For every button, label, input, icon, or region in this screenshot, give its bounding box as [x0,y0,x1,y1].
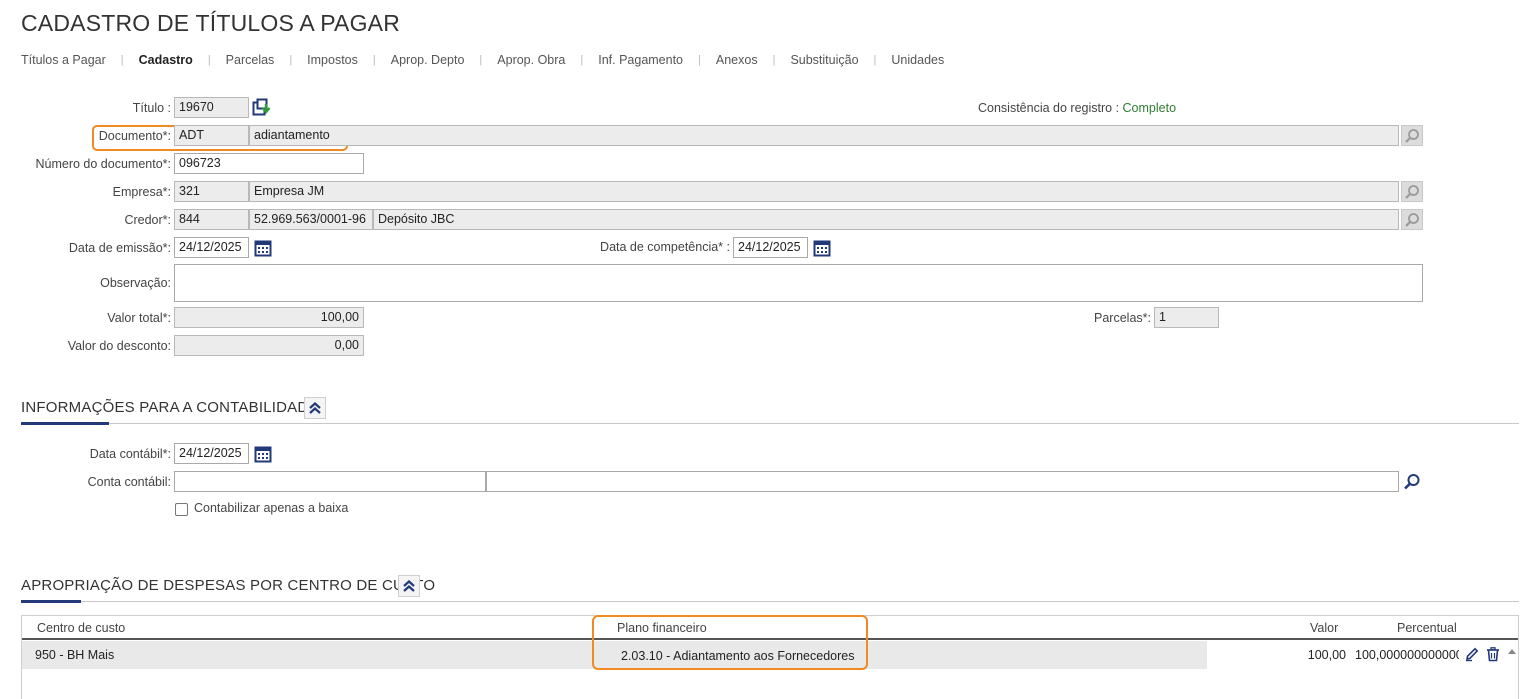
scrollbar-up-arrow-icon[interactable] [1506,643,1518,654]
data-competencia-label: Data de competência* : [600,240,730,254]
titulo-field[interactable]: 19670 [174,97,249,118]
copy-arrow-icon[interactable] [252,98,272,118]
observacao-textarea[interactable] [174,264,1423,302]
tab-inf-pagamento[interactable]: Inf. Pagamento [598,53,683,67]
titulo-label: Título : [132,101,171,115]
conta-contabil-label: Conta contábil: [87,475,171,489]
tab-impostos[interactable]: Impostos [307,53,358,67]
calendar-icon[interactable] [253,444,273,464]
tab-separator: | [698,54,701,66]
column-header-percentual[interactable]: Percentual [1397,621,1457,635]
empresa-name-field[interactable]: Empresa JM [249,181,1399,202]
conta-contabil-code-field[interactable] [174,471,486,492]
valor-desconto-label: Valor do desconto: [67,339,171,353]
double-chevron-up-icon[interactable] [304,397,326,419]
tab-aprop-depto[interactable]: Aprop. Depto [391,53,465,67]
contabilizar-baixa-label: Contabilizar apenas a baixa [194,501,349,515]
documento-label: Documento*: [98,129,171,143]
tab-parcelas[interactable]: Parcelas [226,53,275,67]
magnifier-icon[interactable] [1401,125,1423,146]
calendar-icon[interactable] [812,238,832,258]
consistencia-value: Completo [1122,101,1177,115]
empresa-label: Empresa*: [112,185,171,199]
numero-documento-label: Número do documento*: [35,157,172,171]
credor-code-field[interactable]: 844 [174,209,249,230]
tab-separator: | [772,54,776,66]
tab-separator: | [207,54,211,66]
data-contabil-label: Data contábil*: [89,447,171,461]
contabilidade-section-divider [21,423,1519,424]
tab-cadastro[interactable]: Cadastro [139,53,193,67]
magnifier-icon[interactable] [1401,181,1423,202]
numero-documento-field[interactable]: 096723 [174,153,364,174]
credor-cnpj-field[interactable]: 52.969.563/0001-96 [249,209,373,230]
consistencia-registro: Consistência do registro : Completo [978,101,1176,115]
credor-name-field[interactable]: Depósito JBC [373,209,1399,230]
contabilidade-section-title: INFORMAÇÕES PARA A CONTABILIDADE [21,399,319,416]
tab-titulos-a-pagar[interactable]: Títulos a Pagar [21,53,106,67]
tab-separator: | [289,54,293,66]
double-chevron-up-icon[interactable] [398,575,420,597]
column-header-valor[interactable]: Valor [1310,621,1338,635]
page-title: CADASTRO DE TÍTULOS A PAGAR [21,10,401,36]
contabilizar-baixa-checkbox[interactable] [175,503,188,516]
documento-code-field[interactable]: ADT [174,125,249,146]
contabilidade-section-accent [21,422,109,425]
calendar-icon[interactable] [253,238,273,258]
tab-separator: | [479,54,483,66]
apropriacao-section-accent [21,600,81,603]
tab-aprop-obra[interactable]: Aprop. Obra [497,53,565,67]
apropriacao-section-title: APROPRIAÇÃO DE DESPESAS POR CENTRO DE CU… [21,577,436,594]
cell-valor: 100,00 [1307,648,1346,662]
apropriacao-section-divider [21,601,1519,602]
tab-separator: | [873,54,877,66]
tab-separator: | [120,54,124,66]
tab-unidades[interactable]: Unidades [891,53,944,67]
data-emissao-label: Data de emissão*: [68,241,171,255]
valor-total-field[interactable]: 100,00 [174,307,364,328]
credor-label: Credor*: [124,213,171,227]
tab-anexos[interactable]: Anexos [716,53,758,67]
data-competencia-field[interactable]: 24/12/2025 [733,237,808,258]
tab-bar: Títulos a Pagar | Cadastro | Parcelas | … [21,53,944,67]
conta-contabil-description-field[interactable] [486,471,1399,492]
consistencia-label: Consistência do registro : [978,101,1120,115]
data-emissao-field[interactable]: 24/12/2025 [174,237,249,258]
tab-separator: | [372,54,376,66]
valor-desconto-field[interactable]: 0,00 [174,335,364,356]
parcelas-label: Parcelas*: [1094,311,1151,325]
documento-description-field[interactable]: adiantamento [249,125,1399,146]
magnifier-icon[interactable] [1401,209,1423,230]
trash-icon[interactable] [1485,646,1501,662]
tab-separator: | [580,54,584,66]
empresa-code-field[interactable]: 321 [174,181,249,202]
cell-percentual: 100,000000000000 [1355,648,1459,662]
tab-substituicao[interactable]: Substituição [790,53,858,67]
observacao-label: Observação: [100,276,171,290]
data-contabil-field[interactable]: 24/12/2025 [174,443,249,464]
valor-total-label: Valor total*: [107,311,171,325]
magnifier-icon[interactable] [1401,471,1423,492]
column-header-centro-custo[interactable]: Centro de custo [37,621,125,635]
cell-centro-custo: 950 - BH Mais [35,648,115,662]
plano-financeiro-highlight [592,615,868,670]
parcelas-field[interactable]: 1 [1154,307,1219,328]
pencil-icon[interactable] [1464,646,1480,662]
